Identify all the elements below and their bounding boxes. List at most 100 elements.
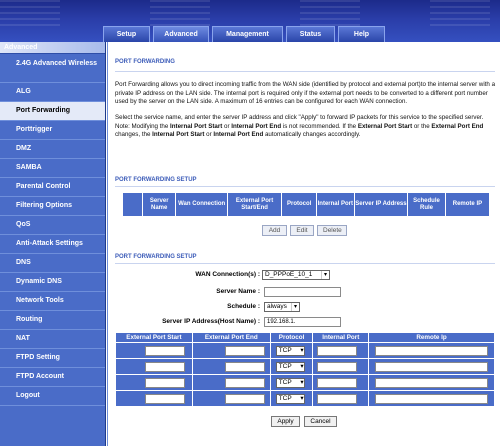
protocol-select[interactable]: TCP ▾: [275, 361, 305, 372]
protocol-value: TCP: [278, 346, 292, 354]
remote-ip-input[interactable]: [375, 361, 489, 372]
table-row: TCP ▾: [115, 358, 495, 375]
internal-port-input[interactable]: [317, 393, 358, 404]
sidebar-item-porttrigger[interactable]: Porttrigger: [0, 121, 105, 140]
chevron-down-icon: ▾: [300, 346, 304, 354]
table-header: Remote IP: [444, 192, 491, 217]
top-nav: Setup Advanced Management Status Help: [103, 26, 388, 42]
table-header: Schedule Rule: [407, 192, 446, 217]
sidebar-item-samba[interactable]: SAMBA: [0, 159, 105, 178]
remote-ip-input[interactable]: [375, 377, 489, 388]
sidebar-item-routing[interactable]: Routing: [0, 311, 105, 330]
table-header: External Port End: [191, 332, 271, 343]
wan-connection-select[interactable]: D_PPPoE_10_1 ▾: [262, 270, 330, 280]
page-title: PORT FORWARDING: [115, 59, 175, 65]
tab-setup[interactable]: Setup: [103, 26, 150, 42]
sidebar-item-anti-attack[interactable]: Anti-Attack Settings: [0, 235, 105, 254]
header-decoration: [430, 0, 490, 26]
sidebar-item-qos[interactable]: QoS: [0, 216, 105, 235]
sidebar: Advanced 2.4G Advanced Wireless ALG Port…: [0, 42, 106, 446]
protocol-select[interactable]: TCP ▾: [275, 377, 305, 388]
protocol-value: TCP: [278, 378, 292, 386]
internal-port-input[interactable]: [317, 377, 358, 388]
schedule-label: Schedule :: [227, 303, 260, 310]
schedule-value: always: [267, 303, 287, 310]
chevron-down-icon: ▾: [300, 362, 304, 370]
external-port-start-input[interactable]: [145, 393, 185, 404]
sidebar-item-dynamic-dns[interactable]: Dynamic DNS: [0, 273, 105, 292]
external-port-end-input[interactable]: [224, 345, 265, 356]
protocol-select[interactable]: TCP ▾: [275, 345, 305, 356]
tab-advanced[interactable]: Advanced: [153, 26, 209, 42]
server-name-input[interactable]: [264, 287, 341, 297]
server-ip-label: Server IP Address(Host Name) :: [162, 318, 260, 325]
sidebar-item-wireless[interactable]: 2.4G Advanced Wireless: [0, 54, 105, 83]
chevron-down-icon: ▾: [321, 271, 329, 279]
external-port-start-input[interactable]: [145, 361, 185, 372]
server-name-label: Server Name :: [216, 288, 260, 295]
sidebar-item-ftpd-account[interactable]: FTPD Account: [0, 368, 105, 387]
table-row: TCP ▾: [115, 342, 495, 359]
external-port-end-input[interactable]: [224, 361, 265, 372]
sidebar-item-port-forwarding[interactable]: Port Forwarding: [0, 102, 105, 121]
internal-port-input[interactable]: [317, 345, 358, 356]
sidebar-item-filtering-options[interactable]: Filtering Options: [0, 197, 105, 216]
description-paragraph: Port Forwarding allows you to direct inc…: [115, 81, 496, 105]
edit-button[interactable]: Edit: [290, 225, 314, 236]
main-content: PORT FORWARDING Port Forwarding allows y…: [107, 42, 500, 446]
sidebar-item-dns[interactable]: DNS: [0, 254, 105, 273]
protocol-value: TCP: [278, 362, 292, 370]
table-header: Wan Connection: [175, 192, 228, 217]
header-decoration: [150, 0, 210, 26]
protocol-select[interactable]: TCP ▾: [275, 393, 305, 404]
table-header: Internal Port: [315, 192, 355, 217]
delete-button[interactable]: Delete: [317, 225, 347, 236]
table-row: TCP ▾: [115, 390, 495, 407]
sidebar-item-network-tools[interactable]: Network Tools: [0, 292, 105, 311]
sidebar-item-dmz[interactable]: DMZ: [0, 140, 105, 159]
sidebar-item-logout[interactable]: Logout: [0, 387, 105, 406]
internal-port-input[interactable]: [317, 361, 358, 372]
header-decoration: [300, 0, 360, 26]
add-button[interactable]: Add: [262, 225, 287, 236]
remote-ip-input[interactable]: [375, 393, 489, 404]
external-port-start-input[interactable]: [145, 345, 185, 356]
header-decoration: [0, 0, 60, 26]
external-port-end-input[interactable]: [224, 377, 265, 388]
port-entry-table: External Port Start External Port End Pr…: [115, 332, 495, 407]
table-header: Protocol: [269, 332, 314, 343]
cancel-button[interactable]: Cancel: [304, 416, 337, 427]
port-forwarding-table: Server Name Wan Connection External Port…: [122, 192, 491, 217]
apply-button[interactable]: Apply: [271, 416, 300, 427]
table-header: External Port Start/End: [226, 192, 283, 217]
chevron-down-icon: ▾: [291, 303, 299, 311]
server-ip-input[interactable]: 192.168.1.: [264, 317, 341, 327]
table-row: TCP ▾: [115, 374, 495, 391]
tab-help[interactable]: Help: [338, 26, 385, 42]
tab-management[interactable]: Management: [212, 26, 283, 42]
divider: [115, 263, 495, 264]
table-header: [122, 192, 143, 217]
schedule-select[interactable]: always ▾: [264, 302, 300, 312]
chevron-down-icon: ▾: [300, 394, 304, 402]
sidebar-item-parental-control[interactable]: Parental Control: [0, 178, 105, 197]
divider: [115, 186, 495, 187]
table-header: Protocol: [281, 192, 317, 217]
table-header: Server IP Address: [353, 192, 409, 217]
external-port-end-input[interactable]: [224, 393, 265, 404]
note-paragraph: Select the service name, and enter the s…: [115, 114, 484, 138]
chevron-down-icon: ▾: [300, 378, 304, 386]
sidebar-item-alg[interactable]: ALG: [0, 83, 105, 102]
sidebar-heading: Advanced: [0, 42, 105, 54]
remote-ip-input[interactable]: [375, 345, 489, 356]
tab-status[interactable]: Status: [286, 26, 335, 42]
section-title-setup-1: PORT FORWARDING SETUP: [115, 177, 197, 183]
wan-connection-value: D_PPPoE_10_1: [265, 271, 313, 278]
sidebar-item-ftpd-setting[interactable]: FTPD Setting: [0, 349, 105, 368]
external-port-start-input[interactable]: [145, 377, 185, 388]
table-header: Server Name: [141, 192, 177, 217]
protocol-value: TCP: [278, 394, 292, 402]
wan-connection-label: WAN Connection(s) :: [195, 271, 260, 278]
table-header: Remote Ip: [368, 332, 495, 343]
sidebar-item-nat[interactable]: NAT: [0, 330, 105, 349]
